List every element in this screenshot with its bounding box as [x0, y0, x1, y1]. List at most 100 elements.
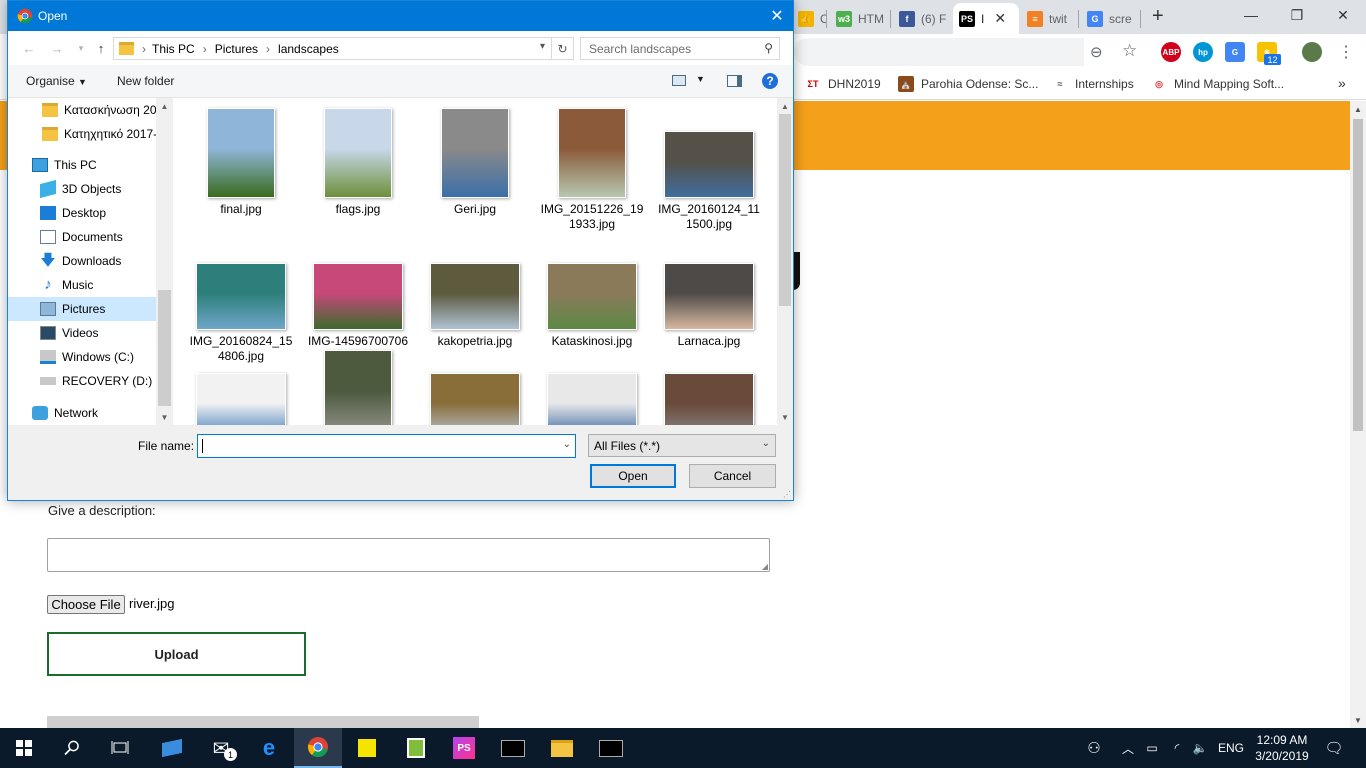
wifi-icon[interactable]: ◜: [1166, 728, 1188, 768]
nav-scroll-thumb[interactable]: [158, 290, 171, 406]
description-textarea[interactable]: ◢: [47, 538, 770, 572]
close-tab-icon[interactable]: ✕: [994, 10, 1006, 27]
file-item[interactable]: flags.jpg: [301, 106, 415, 217]
file-item[interactable]: Geri.jpg: [418, 106, 532, 217]
nav-item-folder[interactable]: Κατασκήνωση 20: [8, 98, 156, 122]
page-scrollbar[interactable]: ▲ ▼: [1350, 101, 1366, 728]
bookmark-item[interactable]: ◎ Mind Mapping Soft...: [1151, 76, 1284, 92]
bookmark-item[interactable]: ≈ Internships: [1052, 76, 1134, 92]
up-arrow-icon[interactable]: ↑: [92, 39, 110, 57]
terminal-icon[interactable]: [587, 728, 635, 768]
help-icon[interactable]: ?: [762, 73, 778, 89]
nav-item-this-pc[interactable]: This PC: [8, 153, 156, 177]
profile-avatar[interactable]: [1302, 42, 1322, 62]
task-view-icon[interactable]: [96, 728, 144, 768]
file-scroll-thumb[interactable]: [779, 114, 791, 306]
clock[interactable]: 12:09 AM 3/20/2019: [1248, 728, 1316, 768]
bookmark-star-icon[interactable]: ☆: [1122, 41, 1137, 61]
refresh-icon[interactable]: ↻: [551, 38, 573, 59]
file-type-select[interactable]: All Files (*.*) ⌄: [588, 434, 776, 457]
bookmark-item[interactable]: ⛪ Parohia Odense: Sc...: [898, 76, 1038, 92]
windows-start-icon[interactable]: [0, 728, 48, 768]
file-item[interactable]: [184, 348, 298, 425]
resize-grip-icon[interactable]: ⋰: [783, 490, 791, 499]
scroll-up-arrow-icon[interactable]: ▲: [156, 98, 173, 114]
zoom-icon[interactable]: ⊖: [1090, 43, 1103, 61]
browser-tab[interactable]: G scre: [1081, 3, 1139, 34]
browser-tab[interactable]: ≡ twit: [1021, 3, 1077, 34]
notepad-plus-icon[interactable]: [392, 728, 440, 768]
nav-scrollbar[interactable]: ▲ ▼: [156, 98, 173, 425]
address-bar[interactable]: › This PC › Pictures › landscapes ▾ ↻: [113, 37, 574, 60]
preview-pane-icon[interactable]: [727, 75, 742, 87]
scroll-down-arrow-icon[interactable]: ▼: [777, 409, 793, 425]
browser-tab[interactable]: f (6) F: [893, 3, 951, 34]
close-icon[interactable]: ✕: [761, 1, 793, 31]
nav-item-documents[interactable]: Documents: [8, 225, 156, 249]
nav-item-3d-objects[interactable]: 3D Objects: [8, 177, 156, 201]
file-explorer-icon[interactable]: [538, 728, 586, 768]
menu-dots-icon[interactable]: ⋮: [1338, 42, 1354, 62]
search-input[interactable]: Search landscapes ⚲: [580, 37, 780, 60]
nav-item-folder[interactable]: Κατηχητικό 2017-: [8, 122, 156, 146]
translate-icon[interactable]: G: [1225, 42, 1245, 62]
hp-icon[interactable]: hp: [1193, 42, 1213, 62]
dialog-titlebar[interactable]: Open ✕: [8, 1, 793, 31]
breadcrumb-item[interactable]: Pictures: [215, 42, 258, 56]
people-icon[interactable]: ⚇: [1082, 728, 1106, 768]
breadcrumb-item[interactable]: This PC: [152, 42, 195, 56]
file-item[interactable]: Kataskinosi.jpg: [535, 238, 649, 349]
chevron-down-icon[interactable]: ⌄: [563, 439, 571, 450]
mail-icon[interactable]: ✉ 1: [197, 728, 245, 768]
nav-item-windows-c[interactable]: Windows (C:): [8, 345, 156, 369]
chevron-down-icon[interactable]: ▼: [696, 74, 705, 84]
close-window-icon[interactable]: ✕: [1320, 0, 1366, 30]
new-folder-button[interactable]: New folder: [117, 74, 174, 88]
scroll-up-arrow-icon[interactable]: ▲: [1350, 101, 1366, 117]
omnibox[interactable]: [794, 38, 1084, 66]
browser-tab[interactable]: 👍 C: [792, 3, 826, 34]
volume-icon[interactable]: 🔈: [1190, 728, 1210, 768]
file-item[interactable]: IMG_20160824_154806.jpg: [184, 238, 298, 364]
browser-tab[interactable]: w3 HTM: [830, 3, 890, 34]
scroll-down-arrow-icon[interactable]: ▼: [1350, 712, 1366, 728]
file-item[interactable]: final.jpg: [184, 106, 298, 217]
search-icon[interactable]: [48, 728, 96, 768]
back-arrow-icon[interactable]: ←: [20, 39, 38, 57]
forward-arrow-icon[interactable]: →: [48, 39, 66, 57]
terminal-icon[interactable]: [489, 728, 537, 768]
nav-item-videos[interactable]: Videos: [8, 321, 156, 345]
scroll-down-arrow-icon[interactable]: ▼: [156, 409, 173, 425]
file-name-input[interactable]: ⌄: [197, 434, 576, 458]
page-scroll-thumb[interactable]: [1353, 119, 1363, 431]
breadcrumb-item[interactable]: landscapes: [278, 42, 339, 56]
browser-tab-active[interactable]: PS I ✕: [953, 3, 1019, 34]
bookmark-item[interactable]: ΣΤ DHN2019: [805, 76, 881, 92]
choose-file-button[interactable]: Choose File: [47, 595, 125, 614]
scroll-up-arrow-icon[interactable]: ▲: [777, 98, 793, 114]
notifications-icon[interactable]: 🗨: [1322, 728, 1346, 768]
cancel-button[interactable]: Cancel: [689, 464, 776, 488]
resize-grip-icon[interactable]: ◢: [762, 562, 768, 571]
nav-item-pictures[interactable]: Pictures: [8, 297, 156, 321]
edge-icon[interactable]: e: [245, 728, 293, 768]
file-item[interactable]: [535, 348, 649, 425]
chevron-down-icon[interactable]: ▾: [540, 41, 545, 52]
recent-locations-icon[interactable]: ▾: [72, 39, 90, 57]
phpstorm-taskbar-icon[interactable]: PS: [440, 728, 488, 768]
more-bookmarks-icon[interactable]: »: [1338, 75, 1346, 91]
nav-item-network[interactable]: Network: [8, 401, 156, 425]
file-item[interactable]: Larnaca.jpg: [652, 238, 766, 349]
restore-icon[interactable]: ❐: [1274, 0, 1320, 30]
language-indicator[interactable]: ENG: [1216, 728, 1246, 768]
desktop-app-icon[interactable]: [148, 728, 196, 768]
file-item[interactable]: [418, 348, 532, 425]
chrome-icon[interactable]: [294, 728, 342, 768]
file-item[interactable]: IMG-1459670070676-V.jpg: [301, 238, 415, 364]
file-item[interactable]: IMG_20151226_191933.jpg: [535, 106, 649, 232]
nav-item-music[interactable]: ♪ Music: [8, 273, 156, 297]
view-options-icon[interactable]: [672, 75, 686, 86]
open-button[interactable]: Open: [590, 464, 676, 488]
minimize-icon[interactable]: —: [1228, 0, 1274, 30]
file-item[interactable]: [652, 348, 766, 425]
